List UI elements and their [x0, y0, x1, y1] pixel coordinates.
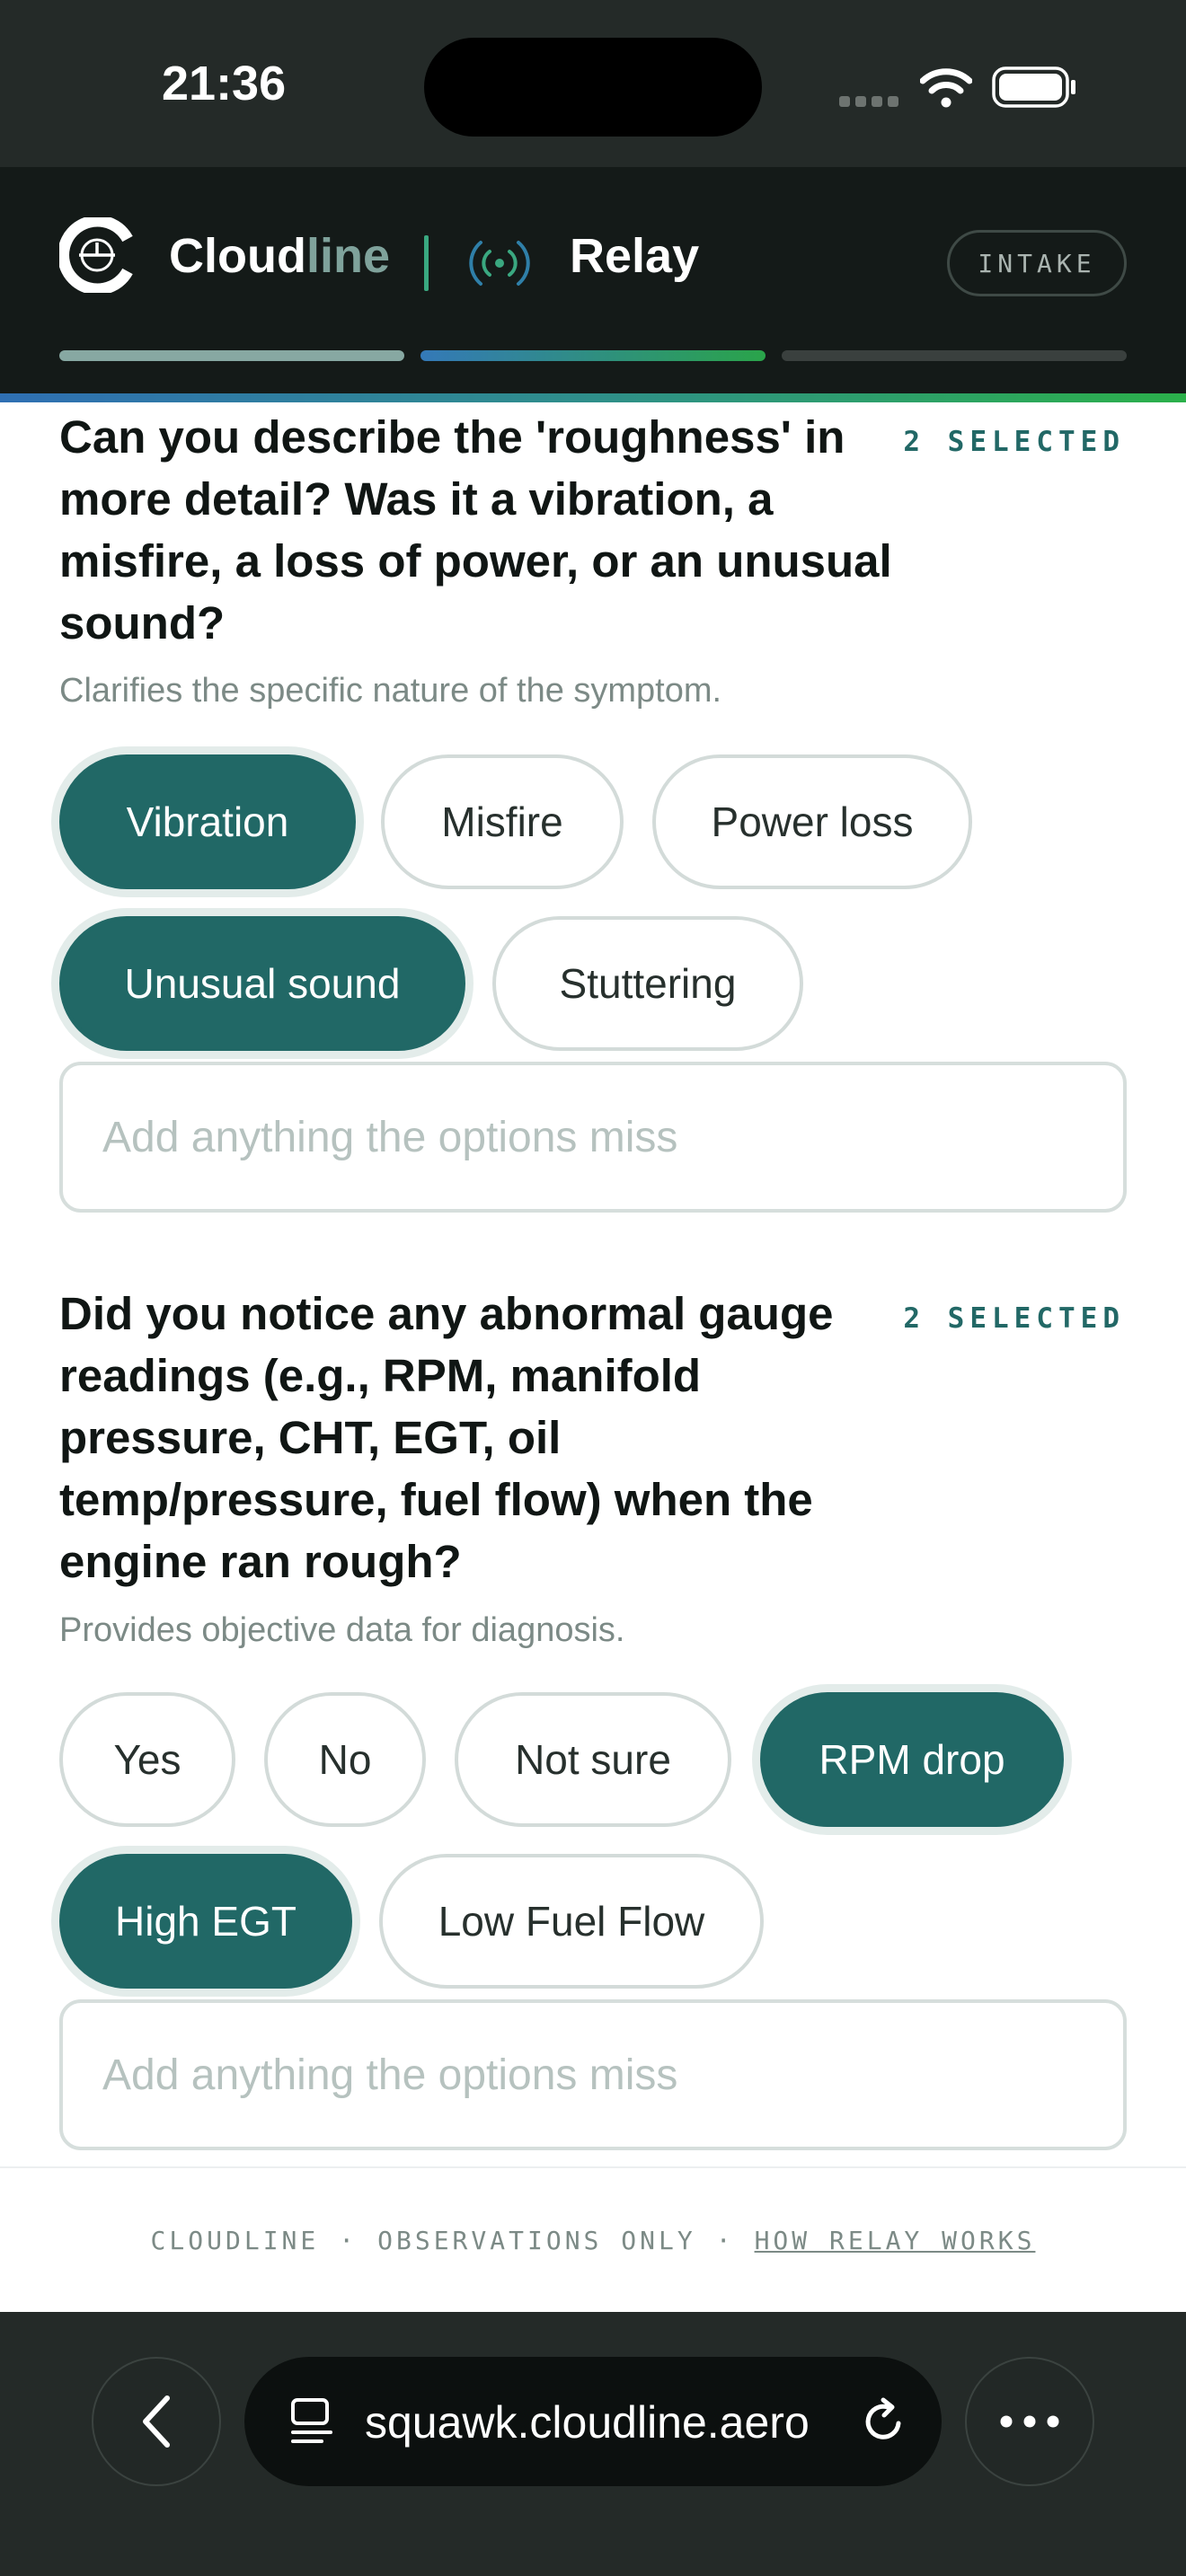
option-yes[interactable]: Yes	[59, 1692, 235, 1827]
progress-step-2	[420, 350, 766, 361]
question-2-notes-input[interactable]	[59, 1999, 1127, 2150]
status-time: 21:36	[162, 57, 287, 110]
header-gradient-rule	[0, 393, 1186, 402]
app-header: Cloudline Relay INTAKE	[0, 167, 1186, 402]
question-1-hint: Clarifies the specific nature of the sym…	[59, 672, 722, 710]
option-high-egt[interactable]: High EGT	[59, 1854, 352, 1989]
status-bar: 21:36	[0, 0, 1186, 167]
option-vibration[interactable]: Vibration	[59, 754, 356, 889]
wifi-icon	[920, 68, 972, 108]
brand-accent: line	[305, 229, 390, 283]
footer-separator: ·	[715, 2225, 735, 2255]
brand-name: Cloudline	[169, 228, 390, 284]
reload-icon[interactable]	[859, 2396, 909, 2447]
browser-more-button[interactable]	[965, 2357, 1094, 2486]
footer-separator: ·	[339, 2225, 358, 2255]
page-footer: CLOUDLINE · OBSERVATIONS ONLY · HOW RELA…	[0, 2166, 1186, 2312]
footer-brand: CLOUDLINE	[150, 2225, 320, 2255]
option-no[interactable]: No	[264, 1692, 426, 1827]
battery-icon	[992, 66, 1075, 108]
question-2-hint: Provides objective data for diagnosis.	[59, 1611, 625, 1649]
question-1-notes-input[interactable]	[59, 1062, 1127, 1213]
brand-primary: Cloud	[169, 229, 306, 283]
page-settings-icon	[291, 2398, 332, 2443]
question-1-selected-count: 2 SELECTED	[903, 426, 1125, 458]
more-icon	[1000, 2415, 1059, 2428]
option-misfire[interactable]: Misfire	[381, 754, 624, 889]
question-2-selected-count: 2 SELECTED	[903, 1302, 1125, 1335]
broadcast-icon	[469, 241, 530, 286]
browser-back-button[interactable]	[92, 2357, 221, 2486]
browser-toolbar: squawk.cloudline.aero	[0, 2312, 1186, 2576]
option-power-loss[interactable]: Power loss	[652, 754, 972, 889]
intake-badge: INTAKE	[947, 230, 1127, 296]
progress-step-3	[782, 350, 1127, 361]
cloudline-logo-icon	[59, 217, 133, 293]
cellular-signal-icon	[839, 93, 904, 110]
question-2-text: Did you notice any abnormal gauge readin…	[59, 1288, 834, 1587]
question-1-text: Can you describe the 'roughness' in more…	[59, 411, 892, 648]
progress-step-1	[59, 350, 404, 361]
product-name: Relay	[570, 229, 700, 283]
address-bar[interactable]: squawk.cloudline.aero	[244, 2357, 942, 2486]
url-text: squawk.cloudline.aero	[365, 2397, 810, 2448]
option-unusual-sound[interactable]: Unusual sound	[59, 916, 465, 1051]
option-low-fuel-flow[interactable]: Low Fuel Flow	[379, 1854, 764, 1989]
option-stuttering[interactable]: Stuttering	[492, 916, 803, 1051]
dynamic-island	[424, 38, 762, 137]
brand-divider	[424, 235, 429, 291]
footer-note: OBSERVATIONS ONLY	[377, 2225, 696, 2255]
how-relay-works-link[interactable]: HOW RELAY WORKS	[755, 2226, 1036, 2255]
option-not-sure[interactable]: Not sure	[455, 1692, 731, 1827]
chevron-left-icon	[143, 2395, 170, 2448]
option-rpm-drop[interactable]: RPM drop	[760, 1692, 1064, 1827]
